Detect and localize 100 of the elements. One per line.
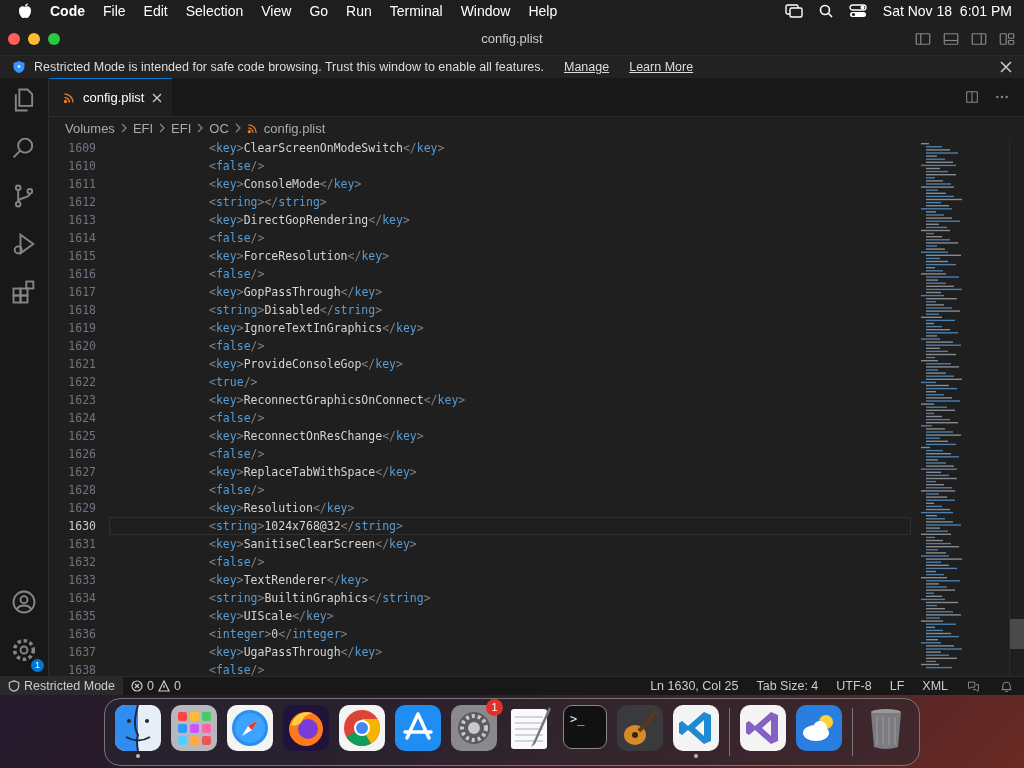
breadcrumb[interactable]: config.plist — [263, 120, 326, 136]
line-number: 1633 — [67, 573, 96, 587]
menu-item[interactable]: File — [103, 3, 126, 19]
code-line: <key>DirectGopRendering</key> — [208, 213, 410, 227]
menu-item[interactable]: Go — [309, 3, 329, 19]
line-number: 1632 — [67, 555, 96, 569]
code-line: <string></string> — [208, 195, 327, 209]
line-number: 1616 — [67, 267, 96, 281]
code-line: <key>ReconnectOnResChange</key> — [208, 429, 424, 443]
restricted-mode-indicator[interactable]: Restricted Mode — [0, 677, 123, 695]
zoom-button[interactable] — [48, 32, 60, 45]
editor-tab[interactable]: config.plist — [49, 78, 173, 116]
chevron-icon — [197, 123, 204, 133]
scrollbar-thumb[interactable] — [1010, 619, 1024, 649]
status-item[interactable]: Tab Size: 4 — [756, 679, 819, 693]
split-editor-icon[interactable] — [964, 89, 980, 105]
code-line: <key>ReplaceTabWithSpace</key> — [208, 465, 417, 479]
compass-icon[interactable] — [227, 705, 273, 751]
chevron-icon — [234, 123, 241, 133]
terminal-icon[interactable]: >_ — [563, 705, 607, 749]
windows-icon[interactable] — [784, 4, 803, 18]
chevron-icon — [120, 123, 127, 133]
line-number: 1638 — [67, 663, 96, 676]
line-number: 1610 — [67, 159, 96, 173]
rss-file-icon — [63, 91, 75, 104]
code-line: <key>Resolution</key> — [208, 501, 355, 515]
status-item[interactable]: LF — [889, 679, 905, 693]
code-line: <false/> — [208, 555, 265, 569]
line-number: 1622 — [67, 375, 96, 389]
gear-icon[interactable] — [451, 705, 497, 751]
menu-item[interactable]: Selection — [185, 3, 244, 19]
menu-item[interactable]: Run — [346, 3, 372, 19]
code-line: <false/> — [208, 231, 265, 245]
line-number: 1611 — [67, 177, 96, 191]
close-button[interactable] — [8, 32, 20, 45]
status-item[interactable]: XML — [922, 679, 948, 693]
close-icon[interactable] — [152, 92, 163, 103]
code-line: <false/> — [208, 663, 265, 676]
menu-item[interactable]: View — [261, 3, 292, 19]
search-icon[interactable] — [818, 4, 833, 18]
toggles-icon[interactable] — [848, 4, 867, 18]
code-line: <integer>0</integer> — [208, 627, 348, 641]
line-number: 1631 — [67, 537, 96, 551]
banner-link[interactable]: Manage — [564, 60, 610, 74]
line-number: 1619 — [67, 321, 96, 335]
ribbon-logo-icon[interactable] — [740, 705, 786, 751]
code-line: <key>ProvideConsoleGop</key> — [208, 357, 403, 371]
app-store-icon[interactable] — [395, 705, 441, 751]
menu-item[interactable]: Edit — [143, 3, 168, 19]
breadcrumb[interactable]: EFI — [171, 120, 192, 136]
line-number: 1630 — [67, 519, 96, 533]
code-line: <key>IgnoreTextInGraphics</key> — [208, 321, 424, 335]
code-line: <key>ForceResolution</key> — [208, 249, 390, 263]
settings-icon[interactable] — [10, 636, 38, 664]
menu-item[interactable]: Terminal — [389, 3, 443, 19]
banner-link[interactable]: Learn More — [629, 60, 694, 74]
apple-logo-icon[interactable] — [18, 3, 32, 19]
code-line: <key>GopPassThrough</key> — [208, 285, 383, 299]
line-number: 1635 — [67, 609, 96, 623]
breadcrumb[interactable]: OC — [209, 120, 229, 136]
notification-badge: 1 — [486, 699, 503, 716]
code-line: <true/> — [208, 375, 258, 389]
code-line: <string>1024x768@32</string> — [208, 519, 403, 533]
code-line: <key>ClearScreenOnModeSwitch</key> — [208, 141, 445, 155]
breadcrumb[interactable]: Volumes — [65, 120, 115, 136]
status-item[interactable]: Ln 1630, Col 25 — [650, 679, 739, 693]
line-number: 1614 — [67, 231, 96, 245]
notification-badge: 1 — [31, 659, 44, 672]
menu-item[interactable]: Help — [528, 3, 558, 19]
minimize-button[interactable] — [28, 32, 40, 45]
account-icon[interactable] — [10, 588, 38, 616]
code-line: <key>ReconnectGraphicsOnConnect</key> — [208, 393, 466, 407]
line-number: 1613 — [67, 213, 96, 227]
line-number: 1637 — [67, 645, 96, 659]
rss-file-icon — [246, 122, 258, 134]
code-line: <key>TextRenderer</key> — [208, 573, 369, 587]
app-grid-icon[interactable] — [171, 705, 217, 751]
cloud-sun-icon[interactable] — [796, 705, 842, 751]
guitar-icon[interactable] — [617, 705, 663, 751]
code-line: <string>BuiltinGraphics</string> — [208, 591, 431, 605]
line-number: 1612 — [67, 195, 96, 209]
code-line: <false/> — [208, 339, 265, 353]
breadcrumb[interactable]: EFI — [132, 120, 154, 136]
app-menu[interactable]: Code — [50, 3, 85, 19]
fox-globe-icon[interactable] — [283, 705, 329, 751]
line-number: 1624 — [67, 411, 96, 425]
code-line: <false/> — [208, 159, 265, 173]
status-item[interactable]: UTF-8 — [836, 679, 872, 693]
smiling-face-icon[interactable] — [115, 705, 161, 751]
problems-indicator[interactable]: 0 0 — [123, 679, 189, 693]
line-number: 1617 — [67, 285, 96, 299]
ribbon-logo-icon[interactable] — [673, 705, 719, 751]
code-line: <key>UgaPassThrough</key> — [208, 645, 383, 659]
clock[interactable]: Sat Nov 18 6:01 PM — [882, 3, 1012, 19]
bell-icon[interactable] — [999, 678, 1014, 694]
feedback-icon[interactable] — [966, 678, 981, 694]
menu-item[interactable]: Window — [460, 3, 511, 19]
code-line: <string>Disabled</string> — [208, 303, 383, 317]
code-line: <key>UIScale</key> — [208, 609, 334, 623]
close-icon[interactable] — [1000, 61, 1012, 73]
